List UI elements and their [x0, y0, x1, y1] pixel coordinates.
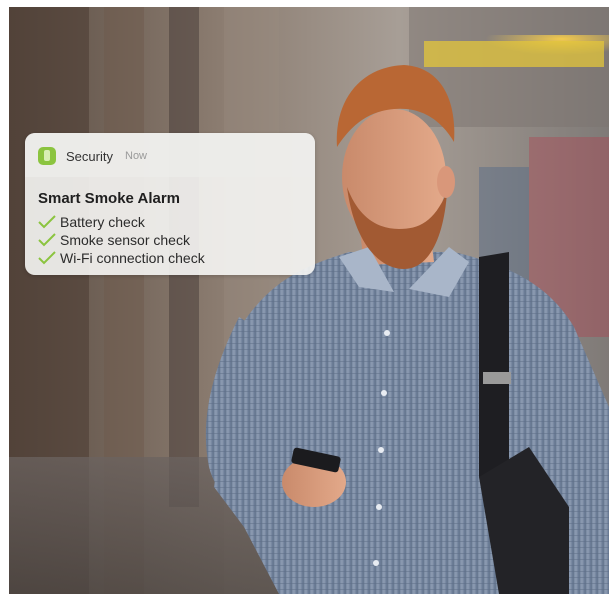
checklist-item-label: Smoke sensor check: [60, 232, 190, 248]
check-icon: [38, 233, 56, 247]
security-app-icon: [38, 147, 56, 165]
check-icon: [38, 251, 56, 265]
checklist-item-label: Battery check: [60, 214, 145, 230]
notification-title: Smart Smoke Alarm: [38, 190, 181, 207]
notification-card[interactable]: Security Now Smart Smoke Alarm Battery c…: [25, 133, 315, 275]
checklist-item-label: Wi-Fi connection check: [60, 250, 205, 266]
notification-app-name: Security: [66, 149, 113, 164]
background-photo: [9, 7, 609, 594]
check-icon: [38, 215, 56, 229]
photo-illustration: [9, 7, 609, 594]
notification-time: Now: [125, 150, 148, 162]
notification-header: Security Now: [25, 133, 315, 177]
